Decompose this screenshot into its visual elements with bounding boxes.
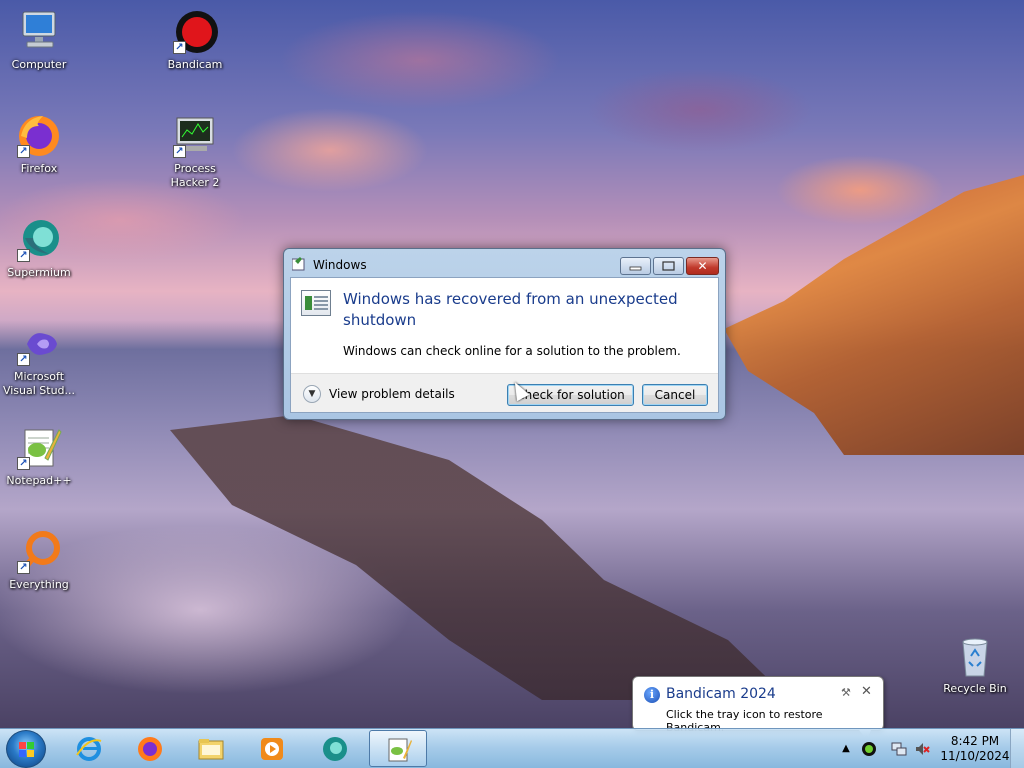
info-icon: i (644, 687, 660, 703)
system-tray: ▲ 8:42 PM 11/10/2024 (834, 729, 1024, 768)
taskbar-clock[interactable]: 8:42 PM 11/10/2024 (938, 734, 1012, 764)
firefox-icon (138, 737, 162, 761)
chevron-down-icon: ▼ (308, 389, 316, 399)
shortcut-arrow-icon: ↗ (17, 145, 30, 158)
shortcut-arrow-icon: ↗ (17, 561, 30, 574)
notification-close-button[interactable]: ✕ (861, 684, 872, 699)
minimize-button[interactable] (620, 257, 651, 275)
shortcut-arrow-icon: ↗ (17, 353, 30, 366)
visual-studio-icon: ↗ (15, 320, 63, 368)
bandicam-tray-icon[interactable] (861, 741, 877, 757)
dialog-title: Windows (313, 258, 367, 272)
taskbar-media-player[interactable] (243, 730, 301, 767)
start-button[interactable] (6, 730, 46, 768)
notification-title: Bandicam 2024 (666, 686, 776, 702)
everything-icon: ↗ (15, 528, 63, 576)
taskbar-notepadpp[interactable] (369, 730, 427, 767)
dialog-message: Windows can check online for a solution … (343, 344, 681, 358)
shortcut-arrow-icon: ↗ (173, 145, 186, 158)
network-icon[interactable] (891, 741, 907, 757)
clock-time: 8:42 PM (950, 734, 1000, 748)
file-explorer-icon (198, 739, 224, 760)
dialog-titlebar[interactable]: Windows ✕ (284, 249, 725, 277)
taskbar: ▲ 8:42 PM 11/10/2024 (0, 728, 1024, 768)
internet-explorer-icon (76, 737, 102, 761)
shortcut-arrow-icon: ↗ (173, 41, 186, 54)
desktop-icon-everything[interactable]: ↗ Everything (0, 528, 78, 592)
desktop-icon-supermium[interactable]: ↗ Supermium (0, 216, 78, 280)
dialog-content: Windows has recovered from an unexpected… (290, 277, 719, 413)
close-button[interactable]: ✕ (686, 257, 719, 275)
desktop-icon-label: Microsoft Visual Stud... (2, 370, 76, 397)
computer-icon (15, 8, 63, 56)
bandicam-icon: ↗ (171, 8, 219, 56)
minimize-icon (629, 266, 642, 271)
desktop-icon-bandicam[interactable]: ↗ Bandicam (156, 8, 234, 72)
desktop-icon-label: Notepad++ (6, 474, 72, 487)
process-hacker-icon: ↗ (171, 112, 219, 160)
desktop-icon-visual-studio[interactable]: ↗ Microsoft Visual Stud... (0, 320, 78, 398)
volume-muted-icon[interactable] (914, 741, 930, 757)
desktop-icon-label: Everything (9, 578, 69, 591)
recycle-bin-icon (951, 632, 999, 680)
notepadpp-icon: ↗ (15, 424, 63, 472)
wrench-icon[interactable]: ⚒ (841, 686, 851, 699)
media-player-icon (261, 738, 283, 760)
notepadpp-icon (388, 738, 412, 762)
show-hidden-icons-icon[interactable]: ▲ (838, 741, 854, 757)
firefox-icon: ↗ (15, 112, 63, 160)
view-details-link[interactable]: View problem details (329, 387, 455, 401)
supermium-icon (323, 737, 347, 761)
supermium-icon: ↗ (15, 216, 63, 264)
error-dialog-window: Windows ✕ Windows has recovered from an … (283, 248, 726, 420)
desktop-icon-recycle-bin[interactable]: Recycle Bin (936, 632, 1014, 696)
desktop-icon-firefox[interactable]: ↗ Firefox (0, 112, 78, 176)
dialog-footer: ▼ View problem details Check for solutio… (291, 373, 718, 412)
notification-balloon[interactable]: i Bandicam 2024 ⚒ ✕ Click the tray icon … (632, 676, 884, 740)
taskbar-supermium[interactable] (306, 730, 364, 767)
desktop-icon-label: Recycle Bin (943, 682, 1007, 695)
shortcut-arrow-icon: ↗ (17, 249, 30, 262)
desktop-icon-label: Computer (11, 58, 67, 71)
maximize-button[interactable] (653, 257, 684, 275)
maximize-icon (662, 261, 675, 271)
clock-date: 11/10/2024 (940, 749, 1010, 763)
taskbar-internet-explorer[interactable] (60, 730, 118, 767)
desktop-icon-label: Bandicam (167, 58, 223, 71)
show-desktop-button[interactable] (1010, 729, 1024, 768)
shortcut-arrow-icon: ↗ (17, 457, 30, 470)
main-instruction: Windows has recovered from an unexpected… (343, 290, 678, 329)
desktop-icon-label: Firefox (20, 162, 58, 175)
close-icon: ✕ (697, 259, 708, 273)
desktop-icon-label: Process Hacker 2 (170, 162, 220, 189)
problem-report-icon (301, 290, 331, 316)
expand-details-button[interactable]: ▼ (303, 385, 321, 403)
windows-dialog-icon (292, 257, 305, 271)
desktop-icon-computer[interactable]: Computer (0, 8, 78, 72)
taskbar-firefox[interactable] (121, 730, 179, 767)
taskbar-file-explorer[interactable] (182, 730, 240, 767)
desktop-icon-process-hacker[interactable]: ↗ Process Hacker 2 (156, 112, 234, 190)
desktop-icon-notepadpp[interactable]: ↗ Notepad++ (0, 424, 78, 488)
desktop-icon-label: Supermium (7, 266, 71, 279)
cancel-button[interactable]: Cancel (642, 384, 708, 406)
wallpaper-cliff (724, 175, 1024, 455)
